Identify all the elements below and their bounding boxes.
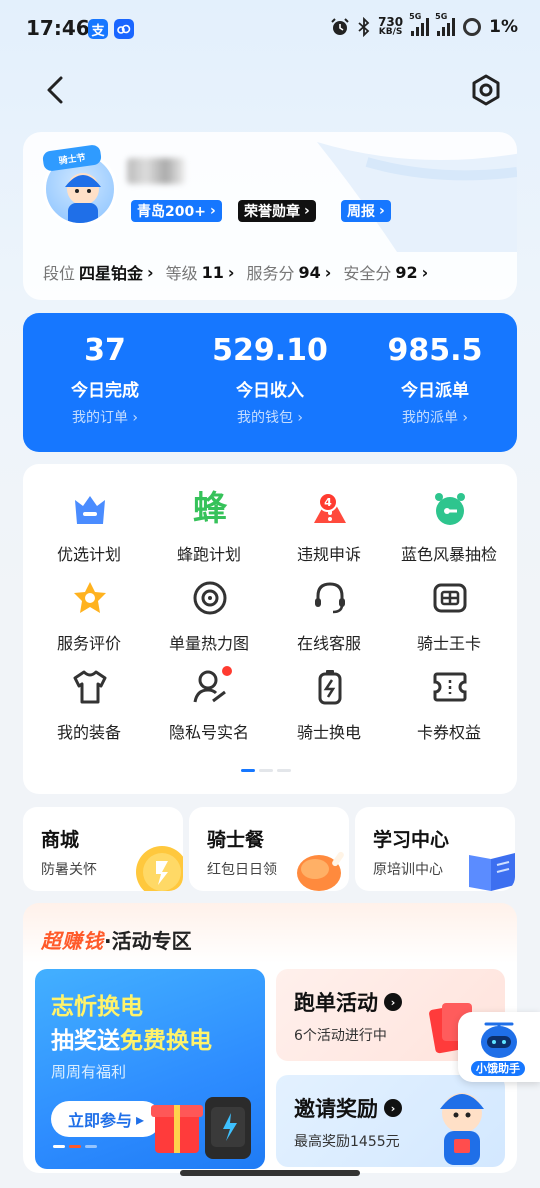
rider-meal-card[interactable]: 骑士餐 红包日日领 <box>189 807 349 891</box>
decorative-wave <box>317 142 517 252</box>
coupon-icon <box>433 672 467 702</box>
grid-item-rider-king-card[interactable]: 骑士王卡 <box>389 553 509 653</box>
activity-title: 超赚钱 ·活动专区 <box>41 929 192 953</box>
stat-dispatched[interactable]: 985.5 今日派单 我的派单 › <box>353 313 517 452</box>
bee-glyph-icon: 蜂 <box>193 489 227 529</box>
chevron-left-icon <box>47 76 63 104</box>
settings-button[interactable] <box>468 72 504 108</box>
stat-completed[interactable]: 37 今日完成 我的订单 › <box>23 313 187 452</box>
robot-helmet-icon <box>481 1022 517 1058</box>
grid-item-bee-run-plan[interactable]: 蜂 蜂跑计划 <box>149 464 269 564</box>
status-bar: 17:46 支 730 KB/S 5G 5G 1% <box>0 0 540 60</box>
network-speed: 730 KB/S <box>378 15 404 37</box>
activity-zone: 超赚钱 ·活动专区 志忻换电 抽奖送免费换电 周周有福利 立即参与 ▸ 跑单活动 › … <box>23 903 517 1173</box>
target-icon <box>193 581 227 615</box>
learning-center-card[interactable]: 学习中心 原培训中心 <box>355 807 515 891</box>
battery-swap-icon <box>318 670 342 705</box>
appeal-count-badge: 4 <box>318 492 338 512</box>
profile-stats: 段位 四星铂金 › 等级 11 › 服务分 94 › 安全分 92 › <box>43 260 428 284</box>
crown-icon <box>75 496 105 524</box>
card-icon <box>433 583 467 613</box>
grid-item-service-review[interactable]: 服务评价 <box>29 553 149 653</box>
star-badge-icon <box>74 582 106 613</box>
alarm-icon <box>331 17 349 35</box>
coin-icon <box>136 846 183 891</box>
grid-item-battery-swap[interactable]: 骑士换电 <box>269 642 389 742</box>
profile-card: 骑士节 青岛200+ › 荣誉勋章 › 周报 › 段位 四星铂金 › 等级 11 › 服务分 9… <box>23 132 517 300</box>
banner-pager <box>53 1145 97 1148</box>
cloud-app-icon <box>114 19 134 39</box>
signal-2-icon: 5G <box>435 12 456 36</box>
signal-1-icon: 5G <box>409 12 430 36</box>
stat-income[interactable]: 529.10 今日收入 我的钱包 › <box>188 313 352 452</box>
drumstick-icon <box>297 851 344 891</box>
invite-reward-card[interactable]: 邀请奖励 › 最高奖励1455元 <box>276 1075 505 1167</box>
grid-pager <box>241 769 291 772</box>
battery-percent: 1% <box>489 16 518 37</box>
battery-icon <box>463 17 482 36</box>
alipay-icon: 支 <box>88 19 108 39</box>
grid-item-my-equipment[interactable]: 我的装备 <box>29 642 149 742</box>
safety-score-stat[interactable]: 安全分 92 › <box>343 260 428 284</box>
gear-icon <box>472 74 500 106</box>
status-icons: 730 KB/S 5G 5G 1% <box>330 12 518 37</box>
book-icon <box>469 853 515 891</box>
level-stat[interactable]: 等级 11 › <box>166 260 235 284</box>
tshirt-icon <box>73 670 107 704</box>
assistant-float-button[interactable]: 小饿助手 <box>458 1012 540 1082</box>
daily-stats-card: 37 今日完成 我的订单 › 529.10 今日收入 我的钱包 › 985.5 … <box>23 313 517 452</box>
back-button[interactable] <box>38 72 74 108</box>
arrow-right-icon: › <box>384 993 402 1011</box>
city-tag[interactable]: 青岛200+ › <box>131 200 222 222</box>
rank-stat[interactable]: 段位 四星铂金 › <box>43 260 154 284</box>
grid-item-priority-plan[interactable]: 优选计划 <box>29 464 149 564</box>
user-name-redacted <box>127 158 185 184</box>
battery-swap-banner[interactable]: 志忻换电 抽奖送免费换电 周周有福利 立即参与 ▸ <box>35 969 265 1169</box>
grid-item-blue-storm-check[interactable]: 蓝色风暴抽检 <box>389 464 509 564</box>
weekly-report-tag[interactable]: 周报 › <box>341 200 391 222</box>
headset-icon <box>315 582 345 614</box>
grid-item-privacy-verify[interactable]: 隐私号实名 <box>149 642 269 742</box>
honor-medal-tag[interactable]: 荣誉勋章 › <box>238 200 316 222</box>
gift-battery-icon <box>151 1097 251 1159</box>
grid-item-online-support[interactable]: 在线客服 <box>269 553 389 653</box>
grid-item-coupons[interactable]: 卡券权益 <box>389 642 509 742</box>
rider-mascot-icon <box>440 1093 484 1165</box>
home-indicator[interactable] <box>180 1170 360 1176</box>
mall-card[interactable]: 商城 防暑关怀 <box>23 807 183 891</box>
join-now-button[interactable]: 立即参与 ▸ <box>51 1101 161 1137</box>
arrow-right-icon: › <box>384 1099 402 1117</box>
privacy-red-dot <box>222 666 232 676</box>
service-score-stat[interactable]: 服务分 94 › <box>247 260 332 284</box>
bluetooth-icon <box>358 16 370 37</box>
function-grid: 优选计划 蜂 蜂跑计划 违规申诉 蓝色风暴抽检 服务评价 单量热力图 在线客服 … <box>23 464 517 794</box>
alarm-clock-icon <box>435 493 465 525</box>
status-time: 17:46 <box>26 16 90 40</box>
grid-item-order-heatmap[interactable]: 单量热力图 <box>149 553 269 653</box>
